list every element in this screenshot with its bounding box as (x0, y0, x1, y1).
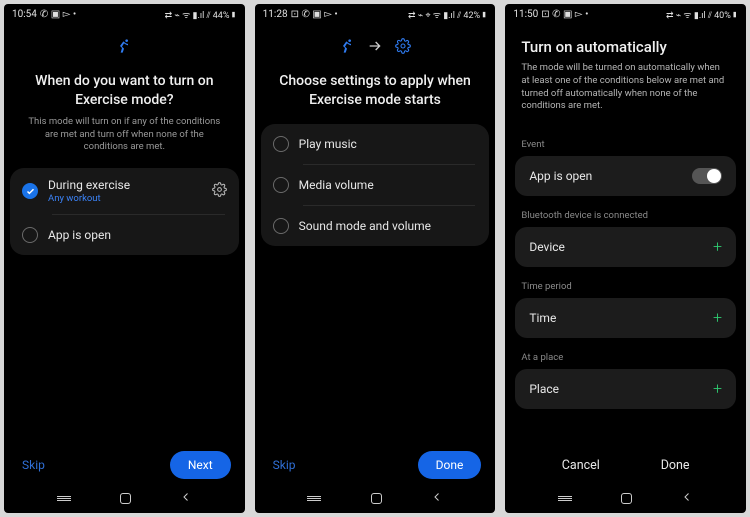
toggle-switch[interactable] (692, 168, 722, 184)
gear-icon (395, 38, 411, 57)
nav-back[interactable] (681, 491, 693, 506)
tile-place[interactable]: Place + (515, 369, 736, 409)
running-icon (339, 38, 355, 57)
option-label: During exercise (48, 178, 202, 192)
plus-icon[interactable]: + (713, 239, 722, 255)
option-media-volume[interactable]: Media volume (261, 165, 490, 205)
next-button[interactable]: Next (170, 451, 231, 479)
nav-home[interactable] (621, 493, 632, 504)
footer-bar: Skip Next (4, 451, 245, 487)
page-subtitle: This mode will turn on if any of the con… (4, 116, 245, 168)
done-button[interactable]: Done (418, 451, 482, 479)
header-icon-row (4, 24, 245, 60)
status-left-icons: ⊡ ✆ ▣ ▻ • (541, 9, 588, 20)
page-subtitle: The mode will be turned on automatically… (505, 62, 746, 125)
option-during-exercise[interactable]: During exercise Any workout (10, 168, 239, 214)
tile-label: Device (529, 240, 565, 254)
option-sound-mode-volume[interactable]: Sound mode and volume (261, 206, 490, 246)
screen-3: 11:50 ⊡ ✆ ▣ ▻ • ⇄ ⌁ ᯤ ▮.ıl ⫽ 40%▮ Turn o… (505, 4, 746, 513)
status-right-icons: ⇄ ⌁ ⌖ ᯤ ▮.ıl ⫽ 42%▮ (408, 8, 487, 21)
status-left-icons: ⊡ ✆ ▣ ▻ • (291, 9, 338, 20)
option-label: App is open (48, 228, 227, 242)
skip-button[interactable]: Skip (269, 452, 300, 478)
status-right-icons: ⇄ ⌁ ᯤ ▮.ıl ⫽ 44%▮ (165, 8, 237, 21)
status-time: 10:54 (12, 9, 37, 20)
page-title: Choose settings to apply when Exercise m… (255, 60, 496, 116)
tile-label: Place (529, 382, 559, 396)
tile-app-is-open[interactable]: App is open (515, 156, 736, 196)
option-label: Sound mode and volume (299, 219, 431, 233)
skip-button[interactable]: Skip (18, 452, 49, 478)
running-icon (116, 38, 132, 57)
status-left-icons: ✆ ▣ ▻ • (40, 9, 76, 20)
nav-bar (255, 487, 496, 513)
page-title: When do you want to turn on Exercise mod… (4, 60, 245, 116)
section-time-heading: Time period (505, 267, 746, 298)
gear-icon[interactable] (212, 182, 227, 200)
nav-bar (505, 487, 746, 513)
nav-recent[interactable] (558, 496, 572, 501)
checked-icon (22, 183, 38, 199)
option-label: Play music (299, 137, 357, 151)
nav-bar (4, 487, 245, 513)
section-event-heading: Event (505, 125, 746, 156)
footer-bar: Skip Done (255, 451, 496, 487)
status-bar: 11:50 ⊡ ✆ ▣ ▻ • ⇄ ⌁ ᯤ ▮.ıl ⫽ 40%▮ (505, 4, 746, 24)
status-time: 11:28 (263, 9, 288, 20)
option-label: Media volume (299, 178, 374, 192)
header-icon-row (255, 24, 496, 60)
tile-time[interactable]: Time + (515, 298, 736, 338)
options-card: During exercise Any workout App is open (10, 168, 239, 255)
screen-1: 10:54 ✆ ▣ ▻ • ⇄ ⌁ ᯤ ▮.ıl ⫽ 44%▮ When do … (4, 4, 245, 513)
tile-device[interactable]: Device + (515, 227, 736, 267)
footer-bar: Cancel Done (505, 444, 746, 487)
status-time: 11:50 (513, 9, 538, 20)
arrow-right-icon (367, 38, 383, 57)
status-bar: 10:54 ✆ ▣ ▻ • ⇄ ⌁ ᯤ ▮.ıl ⫽ 44%▮ (4, 4, 245, 24)
radio-icon (273, 177, 289, 193)
nav-home[interactable] (371, 493, 382, 504)
option-app-is-open[interactable]: App is open (10, 215, 239, 255)
radio-icon (273, 136, 289, 152)
radio-icon (273, 218, 289, 234)
page-title: Turn on automatically (505, 24, 746, 62)
nav-home[interactable] (120, 493, 131, 504)
section-bt-heading: Bluetooth device is connected (505, 196, 746, 227)
status-right-icons: ⇄ ⌁ ᯤ ▮.ıl ⫽ 40%▮ (666, 8, 738, 21)
plus-icon[interactable]: + (713, 381, 722, 397)
option-sub: Any workout (48, 193, 202, 204)
section-place-heading: At a place (505, 338, 746, 369)
nav-back[interactable] (431, 491, 443, 506)
screen-2: 11:28 ⊡ ✆ ▣ ▻ • ⇄ ⌁ ⌖ ᯤ ▮.ıl ⫽ 42%▮ Choo… (255, 4, 496, 513)
plus-icon[interactable]: + (713, 310, 722, 326)
radio-icon (22, 227, 38, 243)
cancel-button[interactable]: Cancel (554, 452, 608, 479)
nav-recent[interactable] (57, 496, 71, 501)
tile-label: App is open (529, 169, 592, 183)
options-card: Play music Media volume Sound mode and v… (261, 124, 490, 246)
option-play-music[interactable]: Play music (261, 124, 490, 164)
nav-recent[interactable] (307, 496, 321, 501)
nav-back[interactable] (180, 491, 192, 506)
done-button[interactable]: Done (653, 452, 698, 479)
tile-label: Time (529, 311, 556, 325)
status-bar: 11:28 ⊡ ✆ ▣ ▻ • ⇄ ⌁ ⌖ ᯤ ▮.ıl ⫽ 42%▮ (255, 4, 496, 24)
